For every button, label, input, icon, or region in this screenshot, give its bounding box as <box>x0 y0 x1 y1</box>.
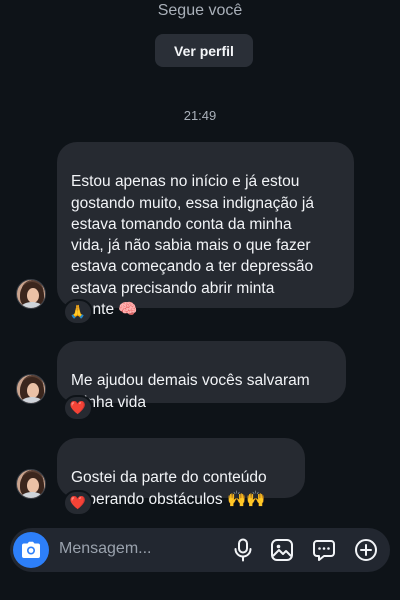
message-bubble[interactable]: Gostei da parte do conteúdo superando ob… <box>57 438 305 508</box>
sticker-button[interactable] <box>312 538 336 562</box>
message-bubble[interactable]: Estou apenas no início e já estou gostan… <box>57 142 354 318</box>
image-icon <box>271 539 293 561</box>
more-button[interactable] <box>354 538 378 562</box>
view-profile-button[interactable]: Ver perfil <box>155 34 253 67</box>
message-timestamp: 21:49 <box>183 108 217 123</box>
avatar-body <box>21 302 43 308</box>
camera-button[interactable] <box>13 532 49 568</box>
message-bubble[interactable]: Me ajudou demais vocês salvaram minha vi… <box>57 341 346 411</box>
avatar-face <box>27 383 39 398</box>
camera-icon <box>22 541 40 558</box>
avatar[interactable] <box>16 469 46 499</box>
avatar-face <box>27 478 39 493</box>
message-text: Me ajudou demais vocês salvaram minha vi… <box>71 372 310 411</box>
avatar[interactable] <box>16 374 46 404</box>
avatar-face <box>27 288 39 303</box>
microphone-icon <box>234 538 252 562</box>
message-text: Estou apenas no início e já estou gostan… <box>71 173 314 319</box>
chat-screen: Segue você Ver perfil 21:49 Estou apenas… <box>0 0 400 600</box>
microphone-button[interactable] <box>231 538 255 562</box>
reaction-emoji: ❤️ <box>69 495 87 510</box>
avatar-body <box>21 397 43 403</box>
sticker-icon <box>313 540 335 561</box>
gallery-button[interactable] <box>270 538 294 562</box>
reaction-emoji: ❤️ <box>69 400 87 415</box>
reaction-badge[interactable]: ❤️ <box>63 395 93 421</box>
avatar[interactable] <box>16 279 46 309</box>
message-composer: Mensagem... <box>10 528 390 572</box>
reaction-badge[interactable]: 🙏 <box>63 299 93 325</box>
avatar-body <box>21 492 43 498</box>
follows-you-text: Segue você <box>157 2 243 19</box>
plus-icon <box>355 539 377 561</box>
reaction-badge[interactable]: ❤️ <box>63 490 93 516</box>
reaction-emoji: 🙏 <box>69 304 87 319</box>
message-text: Gostei da parte do conteúdo superando ob… <box>71 469 267 508</box>
message-input[interactable]: Mensagem... <box>59 540 151 558</box>
